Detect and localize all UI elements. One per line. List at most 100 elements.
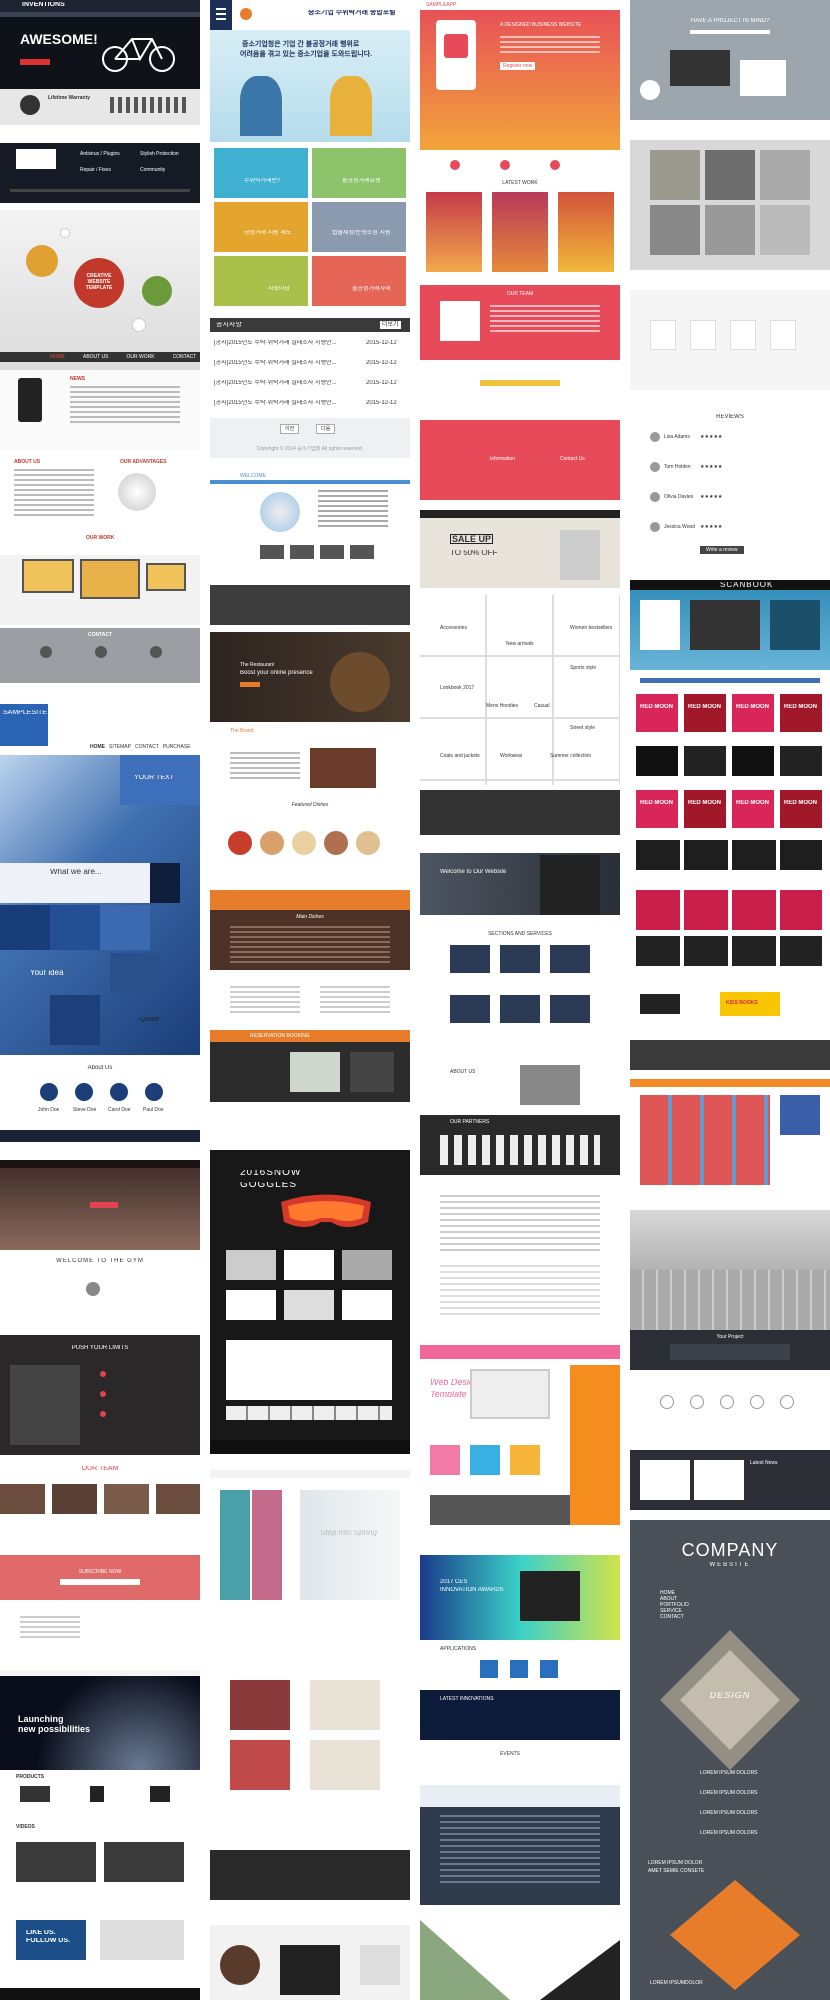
keyboard-project: Your Project: [630, 1330, 830, 1370]
scanbook-books: RED MOON RED MOON RED MOON RED MOON RED …: [630, 670, 830, 880]
triangle-shape: [420, 1920, 620, 2000]
corp-news: [420, 1175, 620, 1335]
creative-hero: CREATIVE WEBSITE TEMPLATE: [0, 210, 200, 370]
samplesite-logo: SAMPLESITE: [3, 710, 47, 716]
korean-tiles: 수위탁거래란? 불공정거래유형 공정거래 지원 제도 법률제정/분쟁조정 지원 …: [210, 146, 410, 316]
welcome-template: WELCOME: [210, 470, 410, 585]
samsung-hero: Launching new possibilities: [0, 1670, 200, 1770]
corp-hero: Welcome to Our Website: [420, 845, 620, 915]
gym-welcome: WELCOME TO THE GYM: [0, 1252, 200, 1332]
corp-sections: SECTIONS AND SERVICES: [420, 915, 620, 1065]
app-icons: [420, 150, 620, 180]
restaurant-about: The Brand Featured Dishes: [210, 722, 410, 827]
korean-footer: 이전 다음 Copyright © 2014 중소기업청 All rights …: [210, 418, 410, 458]
company-template: COMPANY WEBSITE HOME ABOUT PORTFOLIO SER…: [630, 1520, 830, 2000]
warranty-label: Lifetime Warranty: [48, 95, 91, 101]
keyboard-icons: [630, 1375, 830, 1445]
korean-notices: 공지사항 더보기 [공지]2015년도 수탁·위탁거래 실태조사 시행안... …: [210, 318, 410, 418]
restaurant-footer: [210, 1042, 410, 1102]
keyboard-hero: [630, 1210, 830, 1330]
sale-hero: SALE UP TO 50% OFF: [420, 510, 620, 588]
scanbook-logo: SCANBOOK: [720, 582, 774, 588]
creative-about: ABOUT US OUR ADVANTAGES OUR WORK: [0, 455, 200, 555]
samsung-social: LIKE US. FOLLOW US.: [0, 1900, 200, 2000]
orange-store: [630, 1075, 830, 1195]
restaurant-dishes: [210, 827, 410, 887]
gym-hero: [0, 1160, 200, 1250]
bicycle-icon: [102, 38, 175, 72]
tile-1[interactable]: 불공정거래유형: [312, 148, 406, 198]
project-grid: [630, 140, 830, 270]
webdesign-template: Web Design Template: [420, 1345, 620, 1535]
restaurant-hero: The Restaurant Boost your online presenc…: [210, 632, 410, 722]
restaurant-menu: Main Dishes: [210, 910, 410, 970]
samsung-products: PRODUCTS VIDEOS: [0, 1772, 200, 1842]
scanbook-more: [630, 880, 830, 980]
portal-title: 중소기업 수위탁거래 종합포털: [308, 10, 396, 16]
desk-photo: [210, 1925, 410, 2000]
company-title: COMPANY: [681, 1540, 779, 1560]
warranty-strip: Lifetime Warranty: [0, 89, 200, 125]
star-rating: ★★★★★: [700, 494, 723, 500]
awards-apps: APPLICATIONS: [420, 1640, 620, 1690]
awards-hero: 2017 CES INNOVATION AWARDS: [420, 1555, 620, 1640]
korean-banner: 중소기업청은 기업 간 불공정거래 행위로 어려움을 겪고 있는 중소기업을 도…: [210, 30, 410, 142]
fashion-hero: Step into Spring: [210, 1470, 410, 1620]
app-team: OUR TEAM: [420, 285, 620, 360]
sale-grid: Accessories New arrivals Women bestselle…: [420, 595, 620, 785]
samplesite-header: SAMPLESITE HOME SITEMAP CONTACT PURCHASE: [0, 700, 200, 755]
write-review-button[interactable]: Write a review: [700, 546, 744, 554]
app-footer: Information Contact Us: [420, 420, 620, 500]
tile-5[interactable]: 불공정거래사례: [312, 256, 406, 306]
reviews-section: REVIEWS Lisa Adams ★★★★★ Tom Holden ★★★★…: [630, 410, 830, 560]
awards-events: EVENTS: [420, 1745, 620, 1785]
creative-nav[interactable]: HOME ABOUT US OUR WORK CONTACT: [0, 352, 200, 362]
corp-about: ABOUT US: [420, 1065, 620, 1115]
tile-3[interactable]: 법률제정/분쟁조정 지원: [312, 202, 406, 252]
star-rating: ★★★★★: [700, 524, 723, 530]
reservation-bar: RESERVATION BOOKING: [210, 1030, 410, 1042]
company-menu: HOME ABOUT PORTFOLIO SERVICE CONTACT: [660, 1590, 689, 1620]
awards-innovation: LATEST INNOVATIONS: [420, 1690, 620, 1740]
tile-0[interactable]: 수위탁거래란?: [214, 148, 308, 198]
gym-subscribe: SUBSCRIBE NOW: [0, 1555, 200, 1600]
reviews-title: REVIEWS: [716, 414, 744, 420]
tile-4[interactable]: 자료마당: [214, 256, 308, 306]
creative-work: [0, 555, 200, 625]
gym-push: PUSH YOUR LIMITS: [0, 1335, 200, 1455]
app-cta: [420, 360, 620, 410]
corp-partners: OUR PARTNERS: [420, 1115, 620, 1175]
samplesite-footer: [0, 1130, 200, 1142]
awards-footer: [420, 1785, 620, 1905]
keyboard-news: Latest News: [630, 1450, 830, 1510]
samsung-videos: [0, 1842, 200, 1892]
app-latest: LATEST WORK: [420, 180, 620, 280]
inventions-template: INVENTIONS AWESOME! Lifetime Warranty: [0, 0, 200, 137]
tile-2[interactable]: 공정거래 지원 제도: [214, 202, 308, 252]
snow-footer: [210, 1440, 410, 1454]
creative-contact: CONTACT: [0, 628, 200, 683]
features-panel: Antivirus / Plugins Stylish Protection R…: [0, 143, 200, 203]
welcome-footer: [210, 585, 410, 625]
restaurant-bar: [210, 890, 410, 910]
samplesite-hero: YOUR TEXT What we are... Your idea Quote: [0, 755, 200, 1055]
green-template: [420, 1920, 620, 2000]
fashion-footer: [210, 1850, 410, 1900]
orange-diamond: [670, 1880, 800, 1990]
icons-row: [630, 290, 830, 390]
restaurant-events: [210, 970, 410, 1025]
goggles-icon: [281, 1194, 371, 1227]
hero-banner: AWESOME!: [0, 17, 200, 89]
project-hero: HAVE A PROJECT IN MIND?: [630, 0, 830, 120]
gym-team: OUR TEAM: [0, 1460, 200, 1555]
star-rating: ★★★★★: [700, 434, 723, 440]
sale-footer: [420, 790, 620, 835]
more-button[interactable]: 더보기: [380, 321, 401, 329]
diamond-shape: [660, 1630, 800, 1770]
scanbook-hero: SCANBOOK: [630, 580, 830, 670]
inventions-logo: INVENTIONS: [22, 2, 65, 8]
snow-template: 2016SNOW GOGGLES: [210, 1140, 410, 1440]
app-hero: SAMPLEAPP A DESIGNED BUSINESS WEBSITE Re…: [420, 0, 620, 150]
hero-title: AWESOME!: [20, 31, 98, 47]
creative-news: NEWS: [0, 370, 200, 450]
